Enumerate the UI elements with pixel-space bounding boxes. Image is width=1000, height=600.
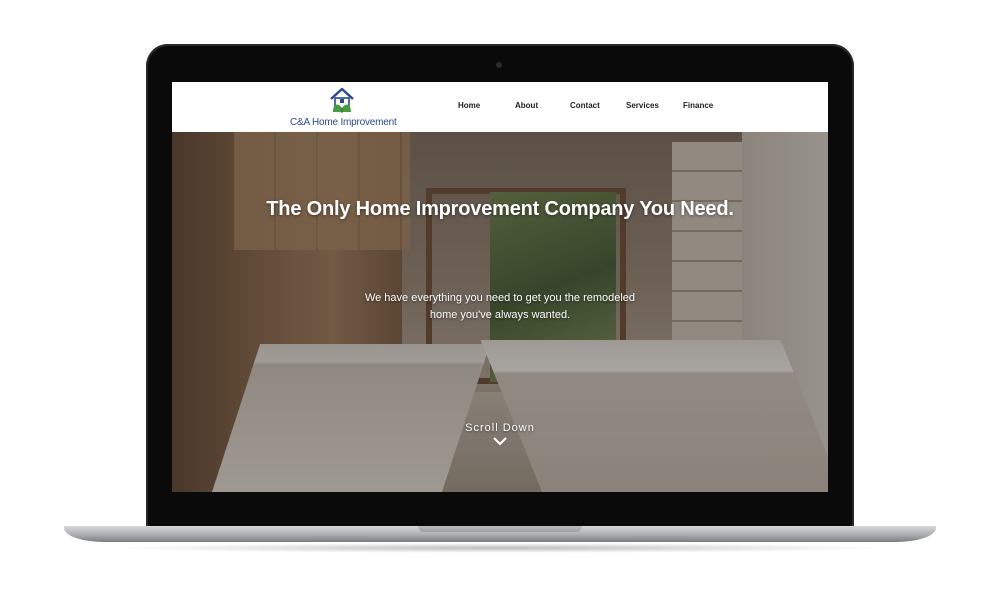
hero-headline: The Only Home Improvement Company You Ne… (266, 198, 734, 220)
scroll-down-label: Scroll Down (465, 422, 535, 434)
hero-subtext-line1: We have everything you need to get you t… (364, 292, 636, 304)
chevron-down-icon (493, 437, 507, 446)
laptop-screen: C&A Home Improvement Home About Contact … (172, 82, 828, 492)
nav-item-contact[interactable]: Contact (570, 101, 600, 110)
site-header: C&A Home Improvement Home About Contact … (172, 82, 828, 132)
main-nav: Home About Contact Services Finance (172, 101, 828, 115)
webcam (496, 62, 502, 68)
nav-item-finance[interactable]: Finance (683, 101, 713, 110)
brand-name: C&A Home Improvement (290, 117, 397, 128)
hero-section: The Only Home Improvement Company You Ne… (172, 132, 828, 492)
nav-item-home[interactable]: Home (458, 101, 480, 110)
nav-item-services[interactable]: Services (626, 101, 659, 110)
scroll-down-button[interactable]: Scroll Down (450, 422, 550, 446)
laptop-notch (418, 526, 582, 532)
hero-subtext-line2: home you've always wanted. (429, 309, 571, 321)
nav-item-about[interactable]: About (515, 101, 538, 110)
hero-subtext: We have everything you need to get you t… (350, 290, 650, 324)
laptop-shadow (110, 543, 890, 553)
